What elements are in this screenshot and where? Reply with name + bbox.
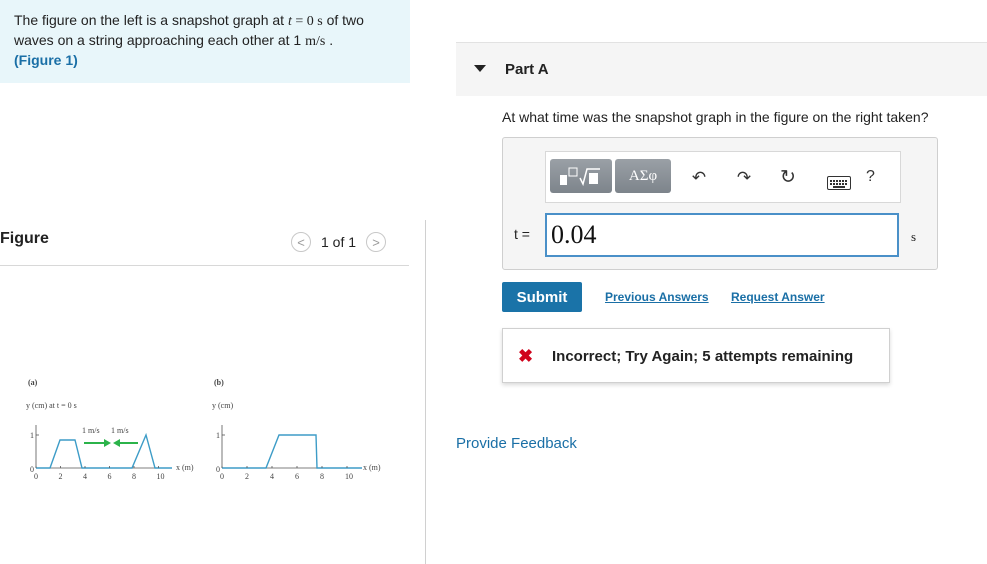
panel-a-ylabel: y (cm) at t = 0 s	[26, 401, 77, 410]
panel_a-xtick-label: 6	[108, 472, 112, 481]
panel-a-arrow-left-head	[113, 439, 120, 447]
chevron-right-icon[interactable]: >	[366, 232, 387, 252]
panel_a-xtick-label: 0	[34, 472, 38, 481]
undo-icon[interactable]: ↶	[688, 168, 710, 188]
help-icon[interactable]: ?	[866, 168, 875, 186]
panel-b-ytick: 1	[216, 431, 220, 440]
prompt-t-value: 0 s	[306, 14, 323, 29]
figure-divider	[0, 265, 409, 266]
previous-answers-link[interactable]: Previous Answers	[605, 290, 709, 304]
panel_b-xtick-label: 10	[345, 472, 353, 481]
problem-text: The figure on the left is a snapshot gra…	[14, 11, 404, 69]
reset-icon[interactable]: ↻	[777, 166, 799, 189]
panel-a-xlabel: x (m)	[176, 463, 194, 472]
panel_b-xtick-label: 4	[270, 472, 274, 481]
variable-label: t =	[514, 226, 530, 242]
panel-b-xlabel: x (m)	[363, 463, 381, 472]
greek-symbols-button[interactable]: ΑΣφ	[615, 159, 671, 193]
panel-b-ylabel: y (cm)	[212, 401, 233, 410]
answer-input[interactable]	[545, 213, 899, 257]
figure-link[interactable]: (Figure 1)	[14, 52, 78, 68]
unit-label: s	[911, 229, 917, 244]
chevron-left-icon[interactable]: <	[291, 232, 311, 252]
prompt-text-1: The figure on the left is a snapshot gra…	[14, 12, 288, 28]
pane-divider[interactable]	[425, 220, 426, 564]
collapse-triangle-icon[interactable]	[474, 65, 486, 72]
panel-a-ytick: 1	[30, 431, 34, 440]
panel-b: (b) y (cm) 1 0 x (m) 0 2 4 6 8 10	[212, 378, 381, 481]
panel_a-xtick-label: 10	[157, 472, 165, 481]
incorrect-x-icon: ✖	[518, 346, 534, 366]
panel-b-tag: (b)	[214, 378, 224, 387]
keyboard-icon[interactable]	[827, 176, 851, 190]
panel-a: (a) y (cm) at t = 0 s 1 0 1 m/s 1 m/s x …	[26, 378, 194, 481]
panel-b-wave	[222, 434, 362, 469]
submit-button[interactable]: Submit	[502, 282, 582, 312]
panel_a-xtick-label: 2	[59, 472, 63, 481]
keyboard-keys	[830, 180, 847, 188]
feedback-message: Incorrect; Try Again; 5 attempts remaini…	[552, 348, 854, 365]
prompt-speed-unit: m/s	[305, 34, 326, 49]
panel_b-xtick-label: 8	[320, 472, 324, 481]
prompt-text-3: .	[325, 32, 334, 48]
panel-a-speed-left: 1 m/s	[82, 426, 100, 435]
panel_b-xtick-label: 0	[220, 472, 224, 481]
panel_b-xtick-label: 6	[295, 472, 299, 481]
panel_b-xtick-label: 2	[245, 472, 249, 481]
templates-icon	[560, 167, 600, 187]
panel_a-xtick-label: 8	[132, 472, 136, 481]
panel-a-tag: (a)	[28, 378, 38, 387]
templates-button[interactable]	[550, 159, 612, 193]
figure-pager: < 1 of 1 >	[291, 231, 387, 253]
provide-feedback-link[interactable]: Provide Feedback	[456, 435, 577, 452]
pager-count: 1 of 1	[321, 234, 357, 250]
redo-icon[interactable]: ↷	[733, 168, 755, 188]
snapshot-graphs: (a) y (cm) at t = 0 s 1 0 1 m/s 1 m/s x …	[26, 378, 381, 481]
request-answer-link[interactable]: Request Answer	[731, 290, 825, 304]
prompt-equals: =	[291, 14, 307, 29]
question-text: At what time was the snapshot graph in t…	[502, 109, 929, 125]
panel_a-xtick-label: 4	[83, 472, 87, 481]
part-a-title[interactable]: Part A	[505, 61, 549, 78]
panel-a-speed-right: 1 m/s	[111, 426, 129, 435]
figure-heading: Figure	[0, 230, 49, 247]
panel-a-arrow-right-head	[104, 439, 111, 447]
